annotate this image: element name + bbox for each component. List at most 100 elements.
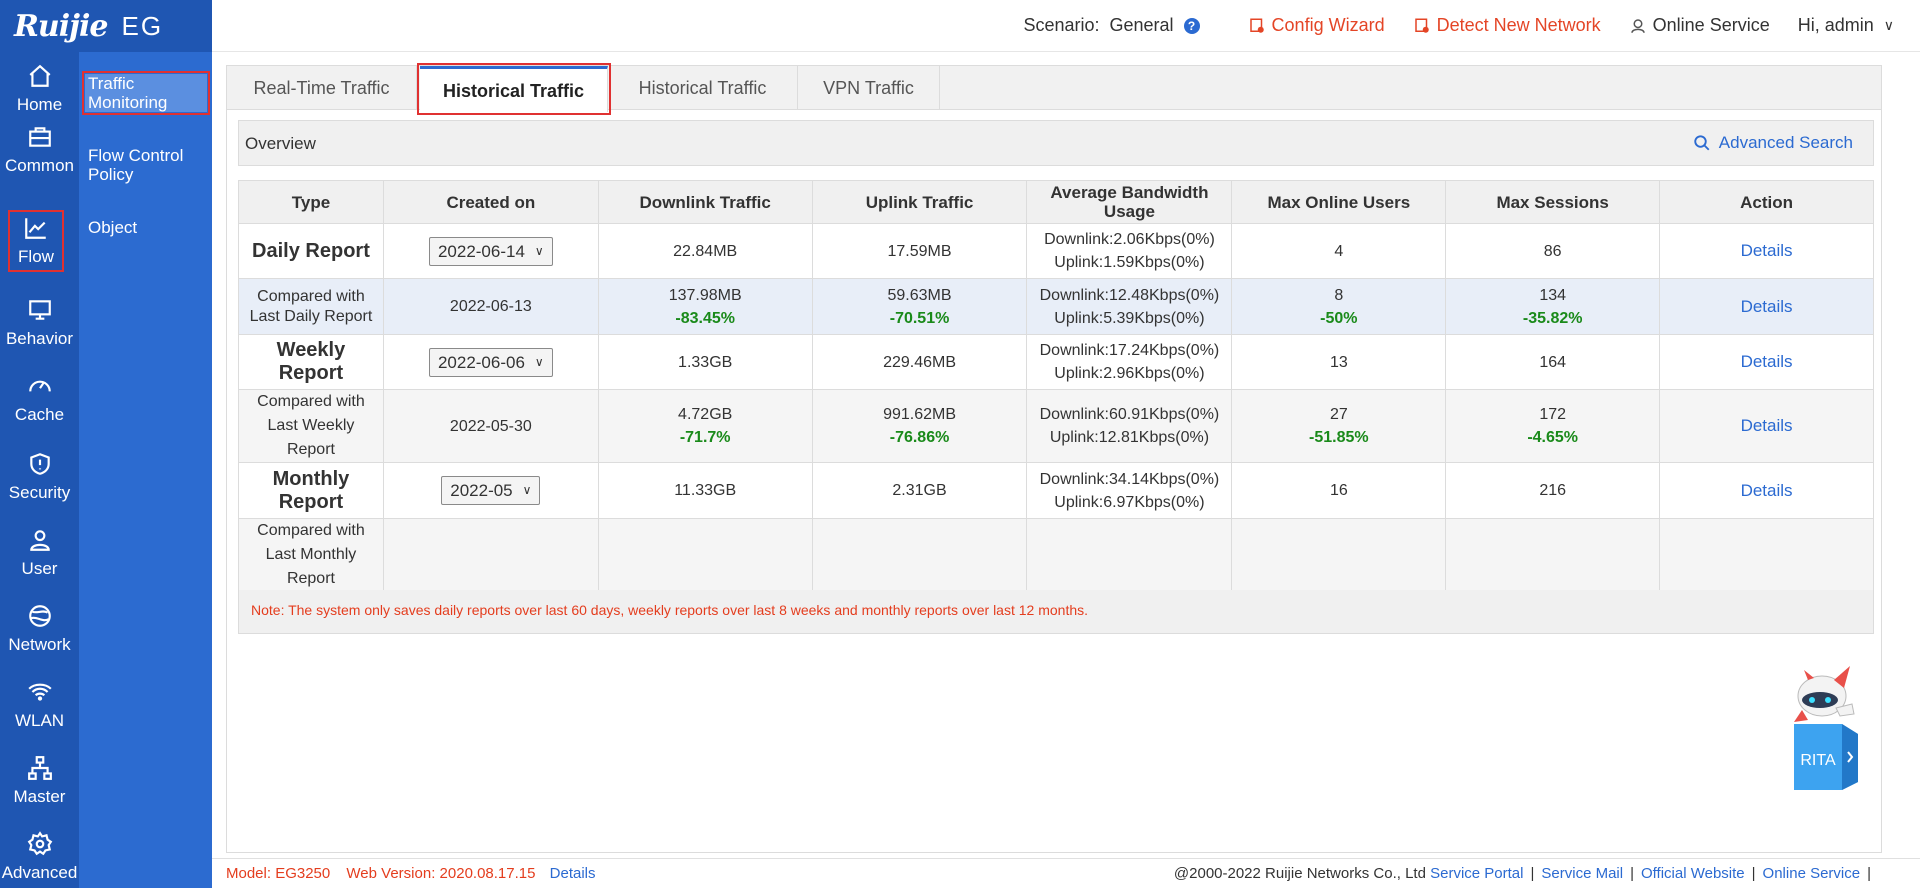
nav-advanced[interactable]: Advanced	[0, 820, 79, 888]
user-menu[interactable]: Hi, admin ∨	[1798, 15, 1894, 36]
col-header-action: Action	[1659, 180, 1874, 224]
model-label: Model:	[226, 865, 272, 882]
uplink-cell: 17.59MB	[811, 223, 1028, 279]
details-link[interactable]: Details	[1741, 352, 1793, 371]
users-change: -50%	[1320, 309, 1358, 327]
details-link[interactable]: Details	[1741, 297, 1793, 316]
weekly-date-select[interactable]: 2022-06-06 ∨	[428, 347, 553, 377]
users-value: 27	[1329, 406, 1348, 423]
brand-name: Ruijie	[14, 8, 108, 44]
uplink-value: 991.62MB	[883, 406, 956, 423]
support-agent-icon	[1630, 18, 1645, 33]
wizard-icon	[1249, 18, 1264, 33]
footer-details-link[interactable]: Details	[550, 865, 596, 882]
official-website-link[interactable]: Official Website	[1641, 865, 1745, 882]
monitor-icon	[28, 300, 51, 320]
service-mail-link[interactable]: Service Mail	[1541, 865, 1623, 882]
bandwidth-cell: Downlink:34.14Kbps(0%) Uplink:6.97Kbps(0%…	[1026, 462, 1233, 519]
downlink-change: -71.7%	[679, 429, 731, 446]
tab-historical-traffic-report[interactable]: Historical Traffic Report	[417, 63, 611, 145]
scenario-value: General	[1109, 15, 1174, 35]
nav-security[interactable]: Security	[0, 440, 79, 514]
nav-label: Flow	[18, 247, 54, 266]
uplink-cell	[811, 518, 1028, 592]
top-header: Scenario: General ? Config Wizard Detect…	[212, 0, 1920, 52]
uplink-cell: 991.62MB -76.86%	[811, 389, 1028, 463]
downlink-cell	[597, 518, 813, 592]
col-header-created-on: Created on	[382, 180, 599, 224]
tab-historical-traffic[interactable]: Historical Traffic	[608, 66, 798, 110]
separator: |	[1530, 865, 1535, 882]
bandwidth-cell: Downlink:2.06Kbps(0%) Uplink:1.59Kbps(0%)	[1026, 223, 1233, 279]
table-row-daily: Daily Report 2022-06-14 ∨ 22.84MB 17.59MB…	[238, 223, 1874, 279]
advanced-search-button[interactable]: Advanced Search	[1693, 133, 1853, 153]
row-type: Monthly Report	[238, 462, 384, 519]
subnav-traffic-monitoring[interactable]: Traffic Monitoring	[82, 71, 210, 115]
bw-uplink: Uplink:6.97Kbps(0%)	[1054, 493, 1205, 511]
nav-flow[interactable]: Flow	[6, 208, 66, 274]
daily-date-select[interactable]: 2022-06-14 ∨	[428, 236, 553, 266]
sessions-cell	[1445, 518, 1661, 592]
downlink-cell: 1.33GB	[597, 334, 813, 390]
nav-behavior[interactable]: Behavior	[0, 286, 79, 360]
nav-label: Network	[8, 635, 71, 654]
sessions-cell: 134 -35.82%	[1445, 278, 1661, 335]
subnav-object[interactable]: Object	[79, 218, 212, 237]
detect-network-link[interactable]: Detect New Network	[1413, 15, 1601, 36]
nav-label: Master	[13, 787, 66, 806]
nav-common[interactable]: Common	[0, 113, 79, 187]
wifi-icon	[27, 683, 52, 701]
sessions-change: -4.65%	[1527, 429, 1579, 446]
nav-label: WLAN	[14, 711, 65, 730]
daily-date-value: 2022-06-14	[437, 241, 525, 261]
nav-network[interactable]: Network	[0, 592, 79, 666]
table-row-monthly-compared: Compared with Last Monthly Report	[238, 518, 1874, 592]
action-cell: Details	[1659, 223, 1874, 279]
service-portal-link[interactable]: Service Portal	[1430, 865, 1523, 882]
downlink-cell: 4.72GB -71.7%	[597, 389, 813, 463]
details-link[interactable]: Details	[1741, 241, 1793, 260]
date-cell: 2022-05-30	[382, 389, 599, 463]
table-row-weekly: Weekly Report 2022-06-06 ∨ 1.33GB 229.46M…	[238, 334, 1874, 390]
tab-vpn-traffic[interactable]: VPN Traffic	[798, 66, 940, 110]
rita-assistant[interactable]: RITA	[1784, 664, 1868, 790]
sessions-cell: 172 -4.65%	[1445, 389, 1661, 463]
details-link[interactable]: Details	[1741, 481, 1793, 500]
users-cell: 13	[1231, 334, 1447, 390]
gauge-icon	[28, 380, 51, 392]
details-link[interactable]: Details	[1741, 416, 1793, 435]
bw-uplink: Uplink:1.59Kbps(0%)	[1054, 254, 1205, 271]
nav-user[interactable]: User	[0, 516, 79, 590]
online-service-link[interactable]: Online Service	[1629, 15, 1770, 36]
date-cell: 2022-06-06 ∨	[382, 334, 599, 390]
footer-device-info: Model: EG3250 Web Version: 2020.08.17.15…	[226, 865, 596, 882]
help-icon[interactable]: ?	[1183, 17, 1200, 34]
nav-master[interactable]: Master	[0, 744, 79, 818]
nav-cache[interactable]: Cache	[0, 362, 79, 436]
nav-label: Home	[16, 95, 63, 114]
online-service-footer-link[interactable]: Online Service	[1763, 865, 1861, 882]
uplink-cell: 2.31GB	[811, 462, 1028, 519]
globe-icon	[28, 605, 51, 627]
downlink-change: -83.45%	[675, 309, 735, 327]
home-icon	[29, 64, 50, 87]
date-cell	[382, 518, 599, 592]
tab-bar: Real-Time Traffic Historical Traffic Rep…	[227, 63, 1881, 145]
col-header-uplink-traffic: Uplink Traffic	[811, 180, 1028, 224]
col-header-downlink-traffic: Downlink Traffic	[597, 180, 813, 224]
sessions-cell: 86	[1445, 223, 1661, 279]
subnav-flow-control-policy[interactable]: Flow Control Policy	[79, 146, 207, 184]
table-row-monthly: Monthly Report 2022-05 ∨ 11.33GB 2.31GB D…	[238, 462, 1874, 519]
advanced-search-label: Advanced Search	[1718, 133, 1853, 152]
config-wizard-link[interactable]: Config Wizard	[1248, 15, 1385, 36]
tab-real-time-traffic[interactable]: Real-Time Traffic	[227, 66, 417, 110]
col-header-max-online-users: Max Online Users	[1231, 180, 1447, 224]
line-chart-icon	[25, 218, 46, 239]
bw-uplink: Uplink:12.81Kbps(0%)	[1049, 429, 1210, 446]
weekly-date-value: 2022-06-06	[437, 352, 525, 372]
monthly-date-select[interactable]: 2022-05 ∨	[441, 476, 541, 505]
robot-mascot-icon: RITA	[1794, 666, 1858, 790]
nav-wlan[interactable]: WLAN	[0, 668, 79, 742]
sessions-change: -35.82%	[1522, 309, 1583, 327]
nav-label: Behavior	[5, 329, 74, 348]
